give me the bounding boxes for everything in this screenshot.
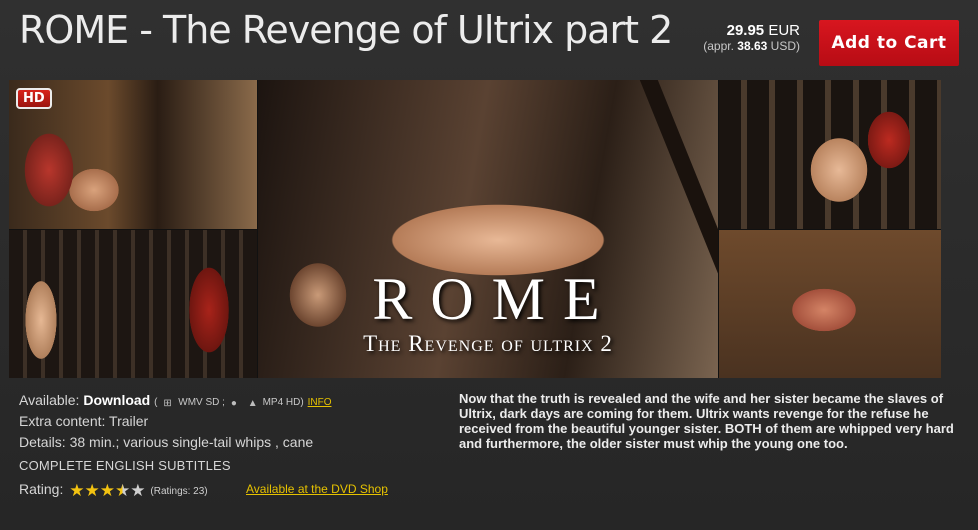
format-mp4: MP4 HD): [262, 397, 304, 408]
android-icon: ▲: [247, 398, 258, 409]
price-currency: EUR: [768, 22, 800, 39]
price-approx-suffix: USD): [770, 39, 800, 53]
price-approx-amount: 38.63: [737, 39, 768, 53]
details-value: 38 min.; various single-tail whips , can…: [69, 434, 314, 450]
cover-title: ROME The Revenge of ultrix 2: [258, 268, 718, 358]
product-description: Now that the truth is revealed and the w…: [459, 391, 954, 451]
star-icon[interactable]: ★: [115, 481, 130, 500]
cover-title-sub: The Revenge of ultrix 2: [363, 331, 613, 356]
star-icon[interactable]: ★: [69, 481, 84, 500]
subtitles-row: COMPLETE ENGLISH SUBTITLES: [19, 458, 231, 473]
rating-label: Rating:: [19, 481, 64, 497]
preview-image-3[interactable]: [719, 80, 941, 229]
format-wmv: WMV SD ;: [178, 397, 225, 408]
price-box: 29.95 EUR (appr. 38.63 USD): [600, 22, 800, 53]
preview-image-4[interactable]: [719, 230, 941, 378]
hd-badge: HD: [16, 88, 52, 109]
rating-row: Rating: ★★★★★ (Ratings: 23) Available at…: [19, 479, 449, 500]
availability-row: Available: Download ( ⊞ WMV SD ; ● ▲ MP4…: [19, 390, 449, 411]
star-icon[interactable]: ★: [130, 481, 145, 500]
preview-image-2[interactable]: [9, 230, 257, 378]
price-main: 29.95 EUR: [600, 22, 800, 39]
details-label: Details:: [19, 434, 66, 450]
apple-icon: ●: [230, 398, 237, 409]
price-approx-prefix: (appr.: [703, 39, 734, 53]
details-row: Details: 38 min.; various single-tail wh…: [19, 432, 449, 453]
rating-stars: ★★★★★: [69, 481, 145, 502]
preview-collage[interactable]: HD ROME The Revenge of ultrix 2: [9, 80, 941, 378]
page-title: ROME - The Revenge of Ultrix part 2: [19, 8, 673, 52]
add-to-cart-button[interactable]: Add to Cart: [819, 20, 959, 66]
extra-content-row: Extra content: Trailer: [19, 411, 449, 432]
extra-value: Trailer: [109, 413, 149, 429]
price-approx: (appr. 38.63 USD): [600, 39, 800, 53]
windows-icon: ⊞: [163, 398, 172, 409]
product-page: ROME - The Revenge of Ultrix part 2 29.9…: [0, 0, 978, 530]
product-details: Available: Download ( ⊞ WMV SD ; ● ▲ MP4…: [19, 390, 449, 500]
available-label: Available:: [19, 392, 80, 408]
format-open: (: [154, 397, 158, 408]
available-value: Download: [83, 392, 151, 408]
info-link[interactable]: INFO: [308, 397, 332, 408]
dvd-shop-link[interactable]: Available at the DVD Shop: [246, 479, 388, 500]
price-amount: 29.95: [726, 22, 765, 39]
cover-title-main: ROME: [372, 266, 618, 332]
star-icon[interactable]: ★: [85, 481, 100, 500]
extra-label: Extra content:: [19, 413, 106, 429]
ratings-count: (Ratings: 23): [150, 486, 208, 497]
star-icon[interactable]: ★: [100, 481, 115, 500]
